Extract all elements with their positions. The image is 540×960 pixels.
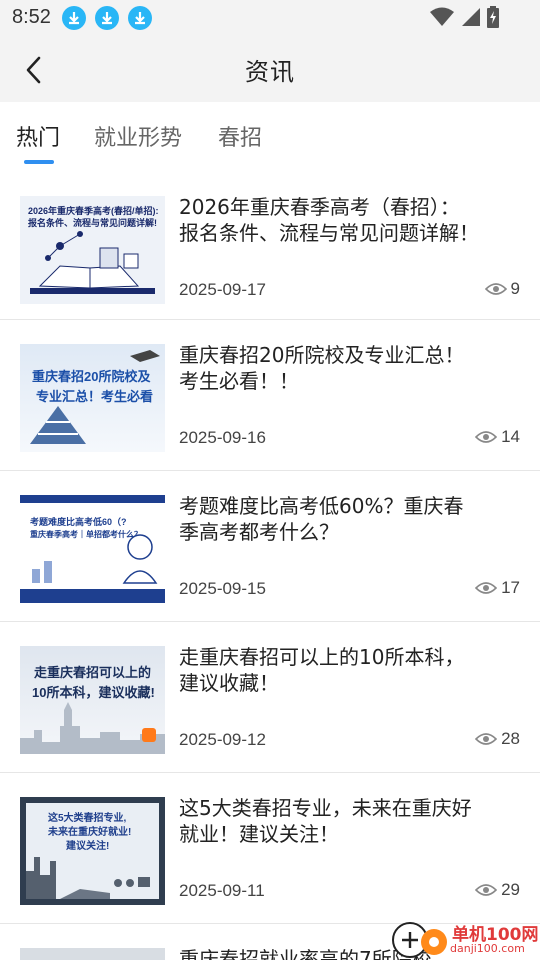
list-item[interactable]: 重庆春招20所院校及 专业汇总！考生必看 重庆春招20所院校及专业汇总！考生必看… [0, 320, 540, 471]
article-title: 考题难度比高考低60%？重庆春季高考都考什么？ [179, 494, 464, 544]
eye-icon [484, 283, 507, 295]
system-icons [430, 6, 500, 28]
download-icon [62, 6, 86, 30]
list-item[interactable]: 考题难度比高考低60（? 重庆春季高考｜单招都考什么？ 考题难度比高考低60%？… [0, 471, 540, 622]
view-count-value: 28 [501, 729, 520, 748]
article-thumbnail: 重庆春招20所院校及 专业汇总！考生必看 [20, 344, 165, 452]
article-thumbnail [20, 948, 165, 960]
pyramid-illustration [30, 350, 160, 444]
article-thumbnail: 考题难度比高考低60（? 重庆春季高考｜单招都考什么？ [20, 495, 165, 603]
article-title: 2026年重庆春季高考（春招）：报名条件、流程与常见问题详解！ [179, 195, 479, 245]
tab-hot[interactable]: 热门 [16, 120, 60, 152]
book-illustration [30, 231, 155, 294]
list-item[interactable]: 这5大类春招专业, 未来在重庆好就业! 建议关注! 这5大类春招专业，未来在重庆… [0, 773, 540, 924]
skyline-illustration [20, 702, 165, 754]
article-title: 这5大类春招专业，未来在重庆好就业！建议关注！ [179, 796, 472, 846]
app-header: 资讯 [0, 36, 540, 102]
eye-icon [475, 582, 498, 594]
list-item[interactable]: 走重庆春招可以上的 10所本科，建议收藏! 走重庆春招可以上的10所本科，建议收… [0, 622, 540, 773]
wifi-icon [430, 7, 454, 26]
article-thumbnail: 2026年重庆春季高考(春招/单招): 报名条件、流程与常见问题详解! [20, 196, 165, 304]
student-illustration [32, 534, 158, 584]
tab-bar: 热门 就业形势 春招 [0, 102, 540, 164]
status-time: 8:52 [12, 6, 51, 28]
battery-icon [487, 6, 499, 28]
article-date: 2025-09-16 [179, 428, 266, 447]
article-thumbnail: 这5大类春招专业, 未来在重庆好就业! 建议关注! [20, 797, 165, 905]
view-count: 17 [475, 578, 520, 598]
view-count: 29 [475, 880, 520, 900]
download-icon [128, 6, 152, 30]
view-count-value: 29 [501, 880, 520, 899]
view-count-value: 17 [501, 578, 520, 597]
article-date: 2025-09-17 [179, 280, 266, 299]
article-title: 走重庆春招可以上的10所本科，建议收藏！ [179, 645, 465, 695]
article-date: 2025-09-11 [179, 881, 265, 900]
article-date: 2025-09-15 [179, 579, 266, 598]
watermark: 单机100网 danji100.com [390, 918, 540, 960]
view-count: 14 [475, 427, 520, 447]
view-count: 9 [484, 279, 520, 299]
tab-employment[interactable]: 就业形势 [94, 120, 182, 152]
eye-icon [475, 431, 498, 443]
article-thumbnail: 走重庆春招可以上的 10所本科，建议收藏! [20, 646, 165, 754]
city-illustration [26, 857, 150, 899]
article-date: 2025-09-12 [179, 730, 266, 749]
view-count-value: 9 [510, 279, 520, 298]
watermark-subtext: danji100.com [450, 942, 525, 955]
page-title: 资讯 [245, 58, 295, 86]
article-title: 重庆春招20所院校及专业汇总！考生必看！！ [179, 343, 465, 393]
eye-icon [475, 884, 498, 896]
view-count-value: 14 [501, 427, 520, 446]
list-item[interactable]: 2026年重庆春季高考(春招/单招): 报名条件、流程与常见问题详解! 2026… [0, 172, 540, 320]
eye-icon [475, 733, 498, 745]
tab-indicator [24, 160, 54, 164]
download-icon [95, 6, 119, 30]
tab-spring-recruit[interactable]: 春招 [218, 120, 262, 152]
status-bar: 8:52 [0, 0, 540, 36]
watermark-logo-icon [392, 922, 447, 958]
signal-icon [462, 8, 480, 26]
view-count: 28 [475, 729, 520, 749]
